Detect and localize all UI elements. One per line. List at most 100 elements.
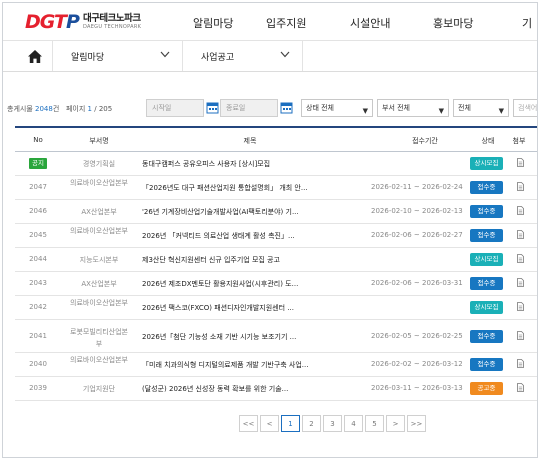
row-number: 2047 [29,183,47,191]
row-title-link[interactable]: 2026년 팩스코(FXCO) 패션디자인개발지원센터 ... [142,303,324,313]
attachment-file-icon[interactable] [517,383,524,392]
calendar-icon[interactable] [280,101,293,114]
table-row[interactable]: 공지 경영기획실 동대구캠퍼스 공유오피스 사용자 [상시]모집 상시모집 [15,152,537,176]
row-title-link[interactable]: 「미래 치과의식형 디지털의료제품 개발 기반구축 사업... [142,360,324,370]
table-header: No 부서명 제목 접수기간 상태 첨부 [15,128,537,152]
nav-item-tenant-support[interactable]: 입주지원 [266,15,306,31]
menu-depth2-label: 사업공고 [201,52,235,63]
logo-korean: 대구테크노파크 [82,12,141,24]
row-department: AX산업본부 [81,280,117,288]
total-count: 2048 [35,105,53,113]
menu-depth2-dropdown[interactable]: 사업공고 [183,41,303,71]
browser-page: DGTP 대구테크노파크 DAEGU TECHNOPARK 알림마당 입주지원 … [2,2,538,458]
row-department: 의료바이오산업본부 [70,299,128,307]
pagination: << < 1 2 3 4 5 > >> [239,415,426,432]
page-button-4[interactable]: 4 [344,415,363,432]
attachment-file-icon[interactable] [517,182,524,191]
row-title-link[interactable]: 제3산단 혁신지원센터 신규 입주기업 모집 공고 [142,255,324,265]
row-department: 의료바이오산업본부 [70,356,128,364]
page-prev-button[interactable]: < [260,415,279,432]
row-number: 2045 [29,231,47,239]
row-title-link[interactable]: 동대구캠퍼스 공유오피스 사용자 [상시]모집 [142,159,324,169]
page-button-5[interactable]: 5 [365,415,384,432]
row-period: 2026-02-05 ~ 2026-02-25 [371,332,463,340]
table-row[interactable]: 2046 AX산업본부 '26년 기계장비산업기술개발사업(AI팩토리분야) 기..… [15,200,537,224]
status-badge: 공고중 [470,382,503,395]
status-badge: 접수중 [470,181,503,194]
table-row[interactable]: 2042 의료바이오산업본부 2026년 팩스코(FXCO) 패션디자인개발지원센터… [15,296,537,320]
home-icon [27,49,42,63]
search-input[interactable]: 검색어 [513,99,537,117]
status-badge: 상시모집 [470,253,503,266]
col-header-no: No [33,136,43,144]
board-summary: 총게시물 2048건 페이지 1 / 205 [7,105,113,113]
row-title-link[interactable]: 2026년 제조DX멘토단 활용지원사업(시후관리) 도... [142,279,324,289]
row-number: 2041 [29,332,47,340]
sub-navigation: 알림마당 사업공고 [3,41,537,72]
row-department: AX산업본부 [81,208,117,216]
table-row[interactable]: 2047 의료바이오산업본부 「2026년도 대구 패션산업지원 통합설명회」 개최… [15,176,537,200]
row-title-link[interactable]: (달성군) 2026년 신성장 동력 확보를 위한 기술... [142,384,324,394]
row-period: 2026-02-06 ~ 2026-02-27 [371,231,463,239]
col-header-title: 제목 [243,137,257,145]
end-date-input[interactable]: 종료일 [220,99,278,117]
attachment-file-icon[interactable] [517,254,524,263]
row-period: 2026-02-02 ~ 2026-03-12 [371,360,463,368]
row-title-link[interactable]: 2026년 「커넥티드 의료산업 생태계 활성 촉진」... [142,231,324,241]
calendar-icon[interactable] [206,101,219,114]
status-badge: 접수중 [470,330,503,343]
row-department: 기업지원단 [82,385,116,393]
col-header-department: 부서명 [89,137,109,145]
current-page: 1 [87,105,92,113]
table-row[interactable]: 2039 기업지원단 (달성군) 2026년 신성장 동력 확보를 위한 기술...… [15,377,537,401]
status-badge: 접수중 [470,358,503,371]
attachment-file-icon[interactable] [517,278,524,287]
attachment-file-icon[interactable] [517,331,524,340]
status-badge: 접수중 [470,229,503,242]
page-button-3[interactable]: 3 [323,415,342,432]
table-row[interactable]: 2040 의료바이오산업본부 「미래 치과의식형 디지털의료제품 개발 기반구축 사… [15,353,537,377]
table-row[interactable]: 2045 의료바이오산업본부 2026년 「커넥티드 의료산업 생태계 활성 촉진」… [15,224,537,248]
nav-item-facilities[interactable]: 시설안내 [350,15,390,31]
row-period: 2026-03-11 ~ 2026-03-13 [371,384,463,392]
site-logo[interactable]: DGTP 대구테크노파크 DAEGU TECHNOPARK [25,11,141,33]
status-badge: 상시모집 [470,157,503,170]
search-scope-select[interactable]: 전체 ▼ [453,99,509,117]
page-button-2[interactable]: 2 [302,415,321,432]
nav-item-more[interactable]: 기 [522,15,532,31]
attachment-file-icon[interactable] [517,359,524,368]
row-department: 로봇모빌리티산업본부 [70,328,128,348]
select-arrow-icon: ▼ [362,107,368,115]
row-title-link[interactable]: '26년 기계장비산업기술개발사업(AI팩토리분야) 기... [142,207,324,217]
attachment-file-icon[interactable] [517,206,524,215]
col-header-period: 접수기간 [412,137,438,145]
attachment-file-icon[interactable] [517,302,524,311]
row-period: 2026-02-10 ~ 2026-02-13 [371,207,463,215]
row-department: 경영기획실 [82,160,116,168]
row-department: 의료바이오산업본부 [70,179,128,187]
page-last-button[interactable]: >> [407,415,426,432]
page-button-1[interactable]: 1 [281,415,300,432]
department-select[interactable]: 부서 전체 ▼ [377,99,449,117]
logo-mark: DGTP [25,11,80,33]
row-title-link[interactable]: 「2026년도 대구 패션산업지원 통합설명회」 개최 안... [142,183,324,193]
row-department: 의료바이오산업본부 [70,227,128,235]
search-filters: 총게시물 2048건 페이지 1 / 205 시작일 종료일 상태 전체 ▼ 부서… [3,99,537,119]
page-next-button[interactable]: > [386,415,405,432]
home-button[interactable] [17,41,53,71]
row-title-link[interactable]: 2026년「첨단 기능성 소재 기반 시기능 보조기기 ... [142,332,324,342]
row-number: 2042 [29,303,47,311]
col-header-status: 상태 [481,137,495,145]
page-first-button[interactable]: << [239,415,258,432]
menu-depth1-dropdown[interactable]: 알림마당 [53,41,183,71]
start-date-input[interactable]: 시작일 [146,99,204,117]
table-row[interactable]: 2044 지능도시본부 제3산단 혁신지원센터 신규 입주기업 모집 공고 상시모집 [15,248,537,272]
status-select[interactable]: 상태 전체 ▼ [301,99,373,117]
attachment-file-icon[interactable] [517,230,524,239]
table-row[interactable]: 2041 로봇모빌리티산업본부 2026년「첨단 기능성 소재 기반 시기능 보조기… [15,320,537,353]
nav-item-notice[interactable]: 알림마당 [193,15,233,31]
table-row[interactable]: 2043 AX산업본부 2026년 제조DX멘토단 활용지원사업(시후관리) 도..… [15,272,537,296]
attachment-file-icon[interactable] [517,158,524,167]
nav-item-pr[interactable]: 홍보마당 [433,15,473,31]
logo-english: DAEGU TECHNOPARK [82,24,142,31]
